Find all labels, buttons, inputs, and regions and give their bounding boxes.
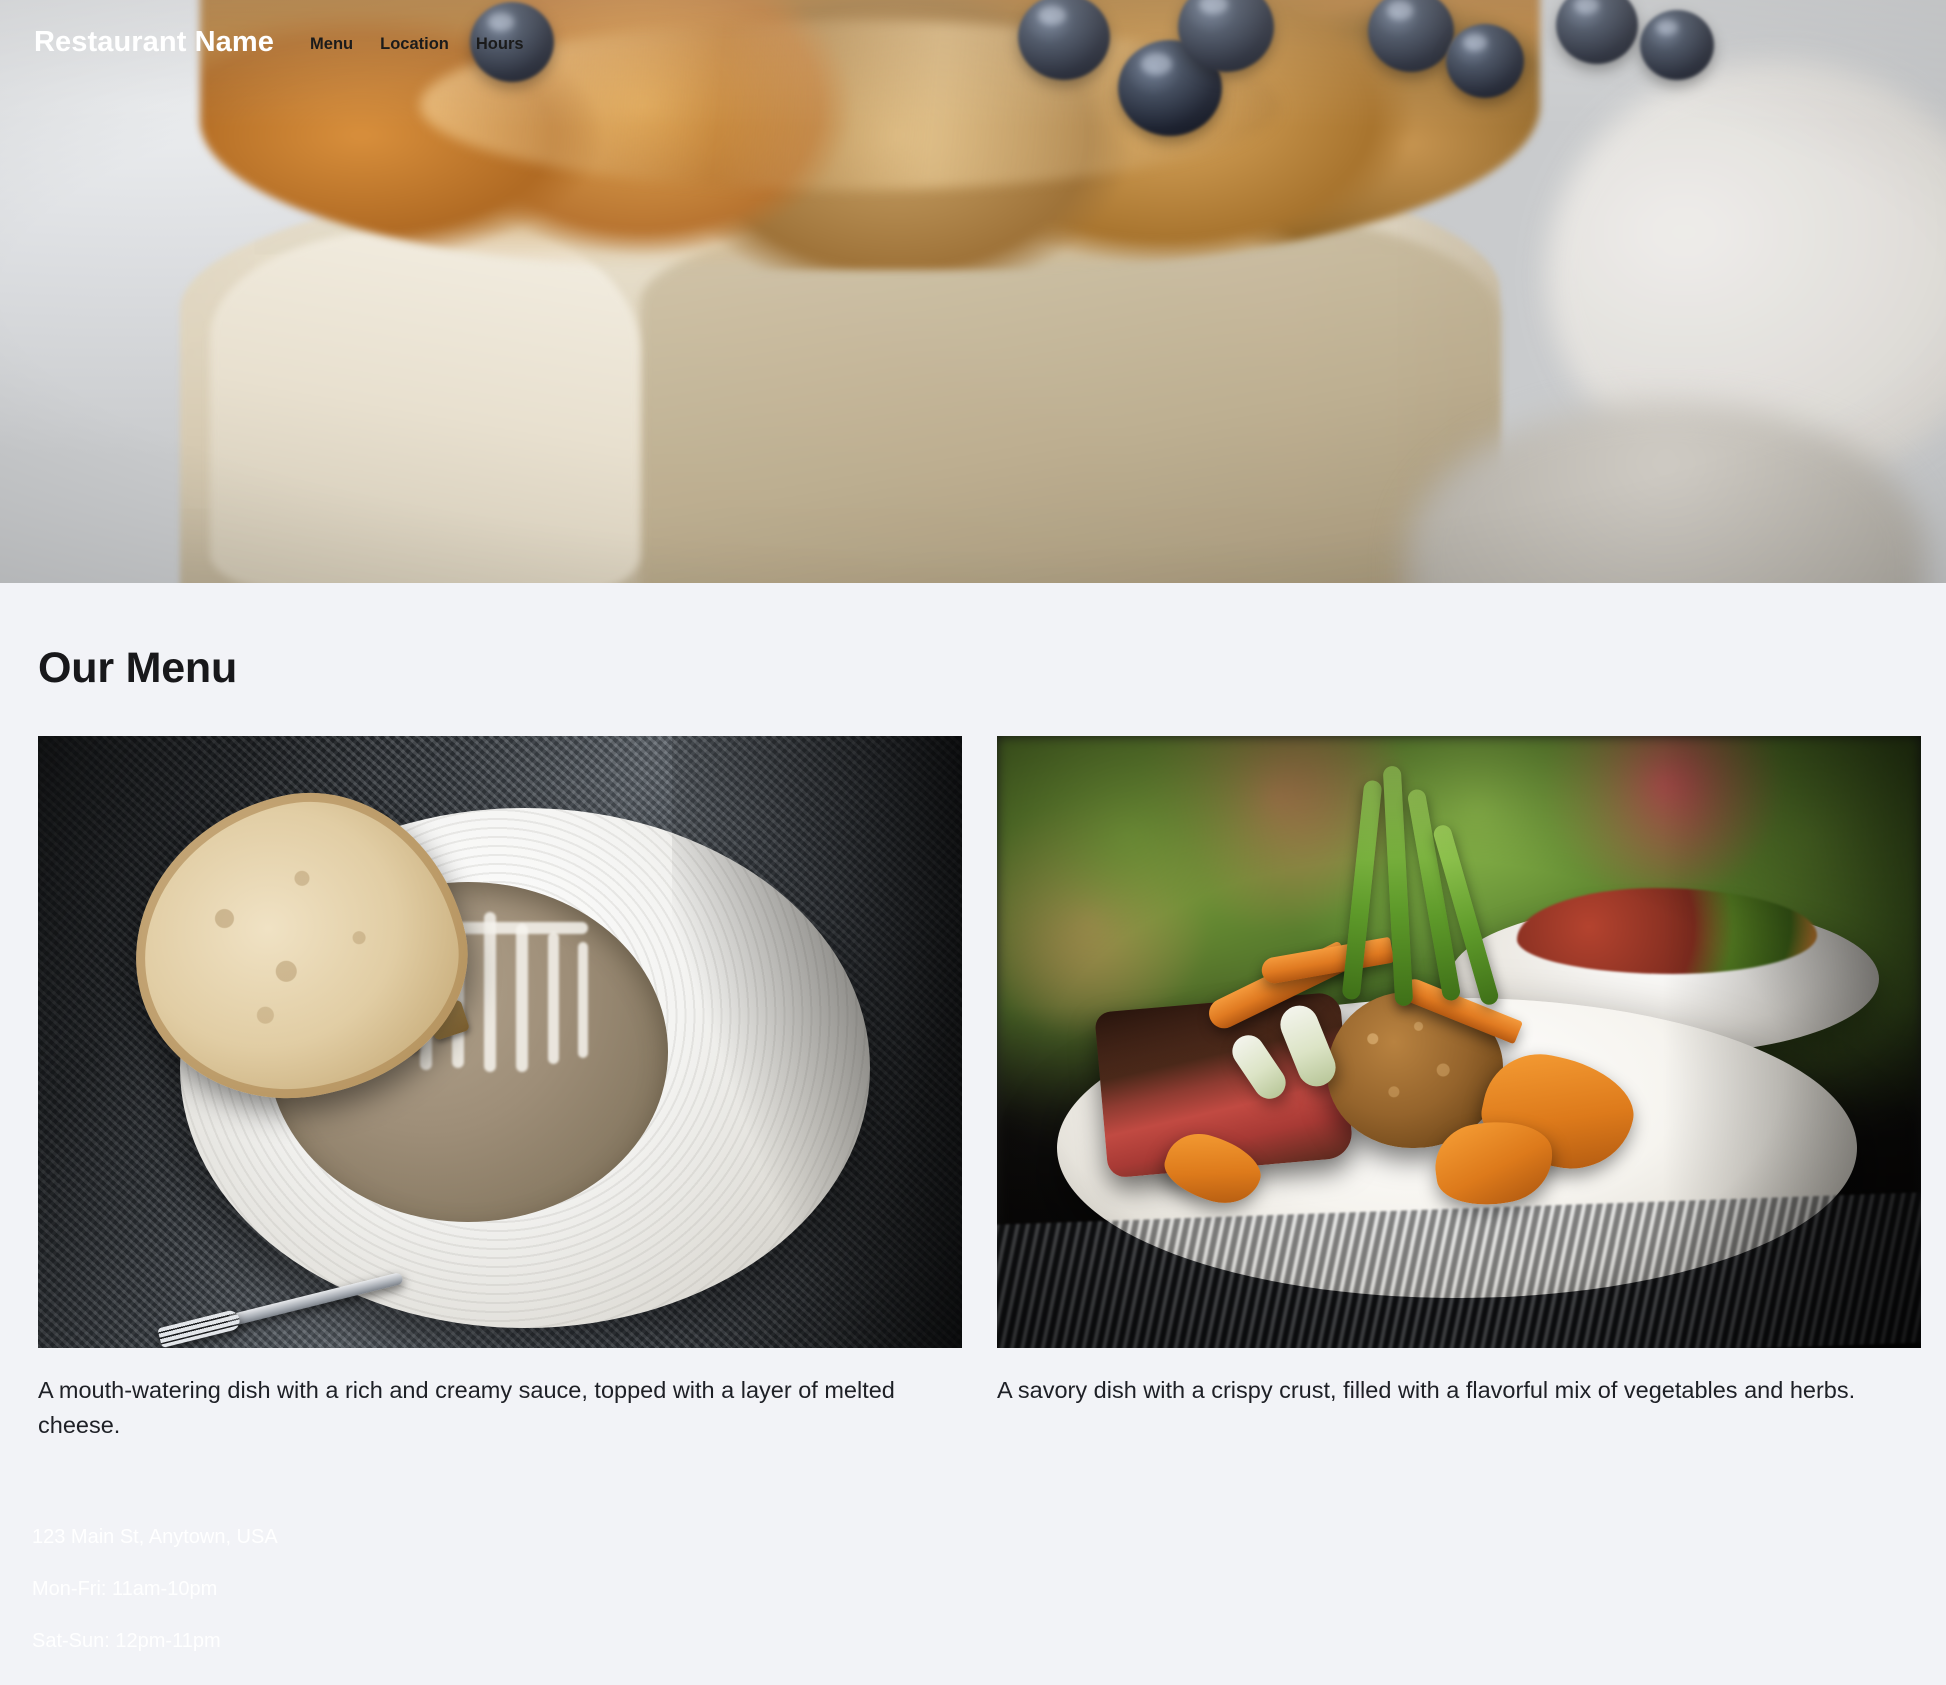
nav-link-hours[interactable]: Hours xyxy=(476,35,524,54)
menu-item-description: A mouth-watering dish with a rich and cr… xyxy=(38,1377,895,1439)
footer-hours-weekend: Sat-Sun: 12pm-11pm xyxy=(32,1629,221,1652)
main-navigation: Restaurant Name Menu Location Hours xyxy=(0,0,1946,59)
nav-link-location[interactable]: Location xyxy=(380,35,449,54)
brand-title: Restaurant Name xyxy=(34,26,275,58)
footer-address: 123 Main St, Anytown, USA xyxy=(32,1525,278,1548)
hero-banner: Restaurant Name Menu Location Hours xyxy=(0,0,1946,583)
menu-item-card: A savory dish with a crispy crust, fille… xyxy=(997,736,1921,1443)
nav-links: Menu Location Hours xyxy=(310,31,524,54)
hero-image xyxy=(0,0,1946,583)
menu-section: Our Menu A mouth-watering dish with a ri… xyxy=(0,583,1946,1443)
nav-link-menu[interactable]: Menu xyxy=(310,35,353,54)
footer-hours-weekday: Mon-Fri: 11am-10pm xyxy=(32,1577,218,1600)
site-footer: 123 Main St, Anytown, USA Mon-Fri: 11am-… xyxy=(0,1443,1946,1651)
menu-grid: A mouth-watering dish with a rich and cr… xyxy=(38,736,1921,1443)
menu-item-card: A mouth-watering dish with a rich and cr… xyxy=(38,736,962,1443)
menu-item-description: A savory dish with a crispy crust, fille… xyxy=(997,1377,1856,1404)
menu-item-image xyxy=(38,736,962,1349)
menu-item-image xyxy=(997,736,1921,1349)
page-title: Our Menu xyxy=(38,644,238,692)
